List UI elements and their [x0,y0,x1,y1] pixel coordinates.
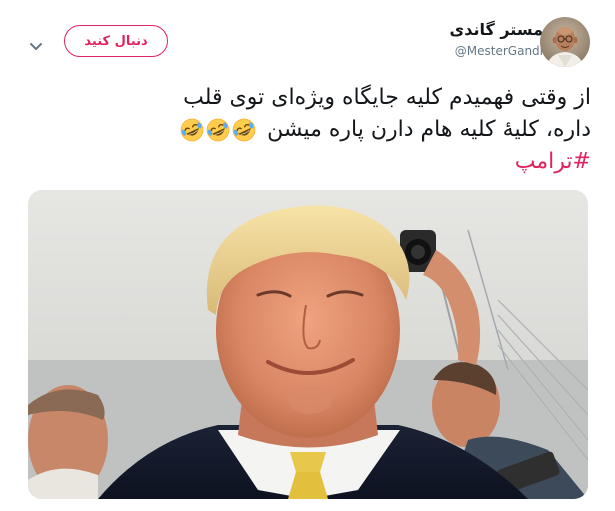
tweet-photo[interactable] [28,190,588,499]
tweet-text-line-1: از وقتی فهمیدم کلیه جایگاه ویژه‌ای توی ق… [183,85,591,110]
author-handle[interactable]: @MesterGandi [450,42,543,60]
tweet-text: از وقتی فهمیدم کلیه جایگاه ویژه‌ای توی ق… [56,82,591,178]
author-info: مستر گاندی @MesterGandi [450,20,543,60]
rolling-on-the-floor-laughing-icon [206,118,230,142]
tweet-text-line-3: #ترامپ [56,146,591,178]
tweet-text-line-2-text: داره، کلیهٔ کلیه هام دارن پاره میشن [267,117,591,142]
hashtag-link[interactable]: #ترامپ [515,149,591,174]
tweet-text-line-2: داره، کلیهٔ کلیه هام دارن پاره میشن [56,114,591,146]
emoji-group [180,118,256,142]
follow-button[interactable]: دنبال کنید [64,25,168,57]
avatar[interactable] [540,17,590,67]
tweet-card: دنبال کنید مستر گاندی @MesterGandi از وق… [0,0,615,511]
rolling-on-the-floor-laughing-icon [180,118,204,142]
author-display-name[interactable]: مستر گاندی [450,20,543,40]
rolling-on-the-floor-laughing-icon [232,118,256,142]
chevron-down-icon[interactable] [28,38,44,50]
